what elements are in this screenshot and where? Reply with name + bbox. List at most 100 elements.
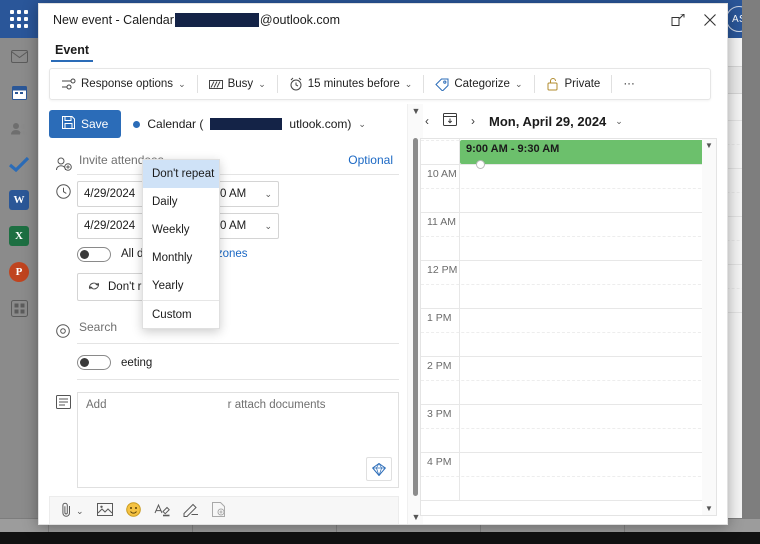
description-editor[interactable]: Add r attach documents [77, 392, 399, 488]
calendar-grid[interactable]: 9 AM 10 AM 11 AM 12 PM 1 PM 2 PM 3 PM 4 … [420, 138, 717, 516]
repeat-menu-item-label: Don't repeat [152, 168, 215, 180]
clock-icon [49, 181, 77, 301]
today-icon[interactable] [443, 112, 457, 131]
busy-button[interactable]: Busy ⌄ [201, 71, 274, 97]
start-date-value: 4/29/2024 [84, 188, 136, 200]
chevron-down-icon: ⌄ [258, 78, 266, 89]
start-line: 4/29/2024 9:00 AM ⌄ [77, 181, 409, 207]
repeat-menu-item[interactable]: Monthly [143, 244, 219, 272]
excel-icon[interactable]: X [0, 218, 38, 254]
chevron-down-icon: ⌄ [264, 220, 272, 231]
repeat-menu-item-label: Custom [152, 308, 192, 321]
chevron-down-icon: ⌄ [514, 78, 523, 89]
close-icon[interactable] [701, 11, 719, 29]
signature-icon[interactable] [211, 502, 226, 520]
hour-label: 11 AM [427, 216, 456, 228]
calendar-scroll-down-icon[interactable]: ▼ [702, 502, 716, 515]
scroll-up-icon[interactable]: ▼ [408, 104, 424, 118]
redacted-email [174, 13, 259, 27]
add-person-icon [49, 154, 77, 171]
scrollbar-thumb[interactable] [413, 138, 418, 496]
next-day-button[interactable]: › [466, 114, 480, 128]
draw-icon[interactable] [183, 503, 199, 520]
powerpoint-icon[interactable]: P [0, 254, 38, 290]
all-day-toggle[interactable] [77, 246, 111, 262]
hour-row[interactable]: 10 AM [421, 165, 716, 213]
reminder-button[interactable]: 15 minutes before ⌄ [281, 71, 421, 97]
dialog-title: New event - Calendar @outlook.com [53, 13, 340, 27]
chevron-down-icon: ⌄ [404, 78, 413, 89]
dialog-tabs: Event [39, 36, 727, 62]
word-icon[interactable]: W [0, 182, 38, 218]
lock-icon [546, 77, 560, 91]
mail-icon[interactable] [0, 38, 38, 74]
more-options-button[interactable]: ··· [615, 71, 643, 97]
repeat-menu-item[interactable]: Don't repeat [143, 160, 219, 188]
hour-row[interactable]: 3 PM [421, 405, 716, 453]
teams-toggle-group: eeting [77, 355, 399, 380]
response-options-button[interactable]: Response options ⌄ [54, 71, 194, 97]
toolbar-divider [611, 75, 613, 93]
people-icon[interactable] [0, 110, 38, 146]
format-toolbar: ⌄ [49, 496, 399, 524]
chevron-down-icon[interactable]: ⌄ [615, 116, 623, 127]
teams-meeting-row: eeting [49, 344, 409, 380]
hour-row[interactable]: 2 PM [421, 357, 716, 405]
hour-row[interactable]: 12 PM [421, 261, 716, 309]
toolbar-divider [533, 75, 535, 93]
image-icon[interactable] [96, 503, 113, 519]
loop-component-icon[interactable] [366, 457, 392, 481]
dialog-title-prefix: New event - Calendar [53, 13, 174, 27]
hour-label: 2 PM [427, 360, 452, 372]
dialog-title-bar: New event - Calendar @outlook.com [39, 4, 727, 36]
emoji-icon[interactable] [125, 502, 141, 520]
attendees-row: Invite attendees Optional [49, 146, 409, 175]
calendar-selector[interactable]: Calendar (utlook.com) ⌄ [133, 117, 366, 131]
event-resize-handle-bottom[interactable] [476, 160, 485, 169]
event-block[interactable]: 9:00 AM - 9:30 AM [460, 140, 715, 164]
repeat-dropdown-menu[interactable]: Don't repeat Daily Weekly Monthly Yearly Cust… [142, 159, 220, 329]
hour-label: 1 PM [427, 312, 452, 324]
repeat-menu-item[interactable]: Daily [143, 188, 219, 216]
attendees-input[interactable]: Invite attendees Optional [77, 149, 399, 175]
repeat-menu-item[interactable]: Custom [143, 300, 219, 328]
calendar-color-dot [133, 120, 141, 128]
calendar-suffix: utlook.com) [289, 117, 352, 131]
tab-event[interactable]: Event [51, 43, 94, 62]
save-icon [62, 116, 75, 132]
app-launcher-icon[interactable] [0, 0, 38, 38]
todo-check-icon[interactable] [0, 146, 38, 182]
categorize-button[interactable]: Categorize ⌄ [427, 71, 530, 97]
hour-label: 4 PM [427, 456, 452, 468]
more-apps-icon[interactable] [0, 290, 38, 326]
location-pin-icon [49, 321, 77, 338]
screen: AS nt ⌄ ʃ W X P [0, 0, 760, 544]
chevron-down-icon[interactable]: ⌄ [76, 506, 84, 517]
dialog-toolbar: Response options ⌄ Busy ⌄ 15 minutes bef… [49, 68, 711, 100]
calendar-hour-rows: 9 AM 10 AM 11 AM 12 PM 1 PM 2 PM 3 PM 4 … [421, 139, 716, 501]
location-input[interactable]: Search [77, 315, 399, 344]
redacted-account [210, 118, 283, 130]
private-button[interactable]: Private [538, 71, 609, 97]
repeat-menu-item[interactable]: Yearly [143, 272, 219, 300]
teams-meeting-toggle[interactable] [77, 355, 111, 370]
hour-row[interactable]: 11 AM [421, 213, 716, 261]
description-placeholder: Add [86, 399, 107, 411]
calendar-scroll-up-icon[interactable]: ▼ [702, 139, 716, 152]
attach-icon[interactable] [61, 502, 72, 520]
save-button[interactable]: Save [49, 110, 122, 138]
optional-link[interactable]: Optional [348, 153, 393, 167]
pop-out-icon[interactable] [669, 11, 687, 29]
save-label: Save [81, 117, 109, 131]
repeat-menu-item[interactable]: Weekly [143, 216, 219, 244]
hour-row[interactable]: 4 PM [421, 453, 716, 501]
end-line: 4/29/2024 9:30 AM ⌄ [77, 213, 409, 239]
repeat-menu-item-label: Weekly [152, 224, 190, 236]
reminder-label: 15 minutes before [307, 78, 400, 90]
calendar-icon[interactable] [0, 74, 38, 110]
calendar-scrollbar[interactable]: ▼ ▼ [702, 139, 716, 515]
hour-row[interactable]: 1 PM [421, 309, 716, 357]
font-color-icon[interactable] [154, 503, 170, 520]
datetime-fields: 4/29/2024 9:00 AM ⌄ 4/29/2024 9:30 AM ⌄ … [77, 181, 409, 301]
description-icon [49, 392, 77, 488]
